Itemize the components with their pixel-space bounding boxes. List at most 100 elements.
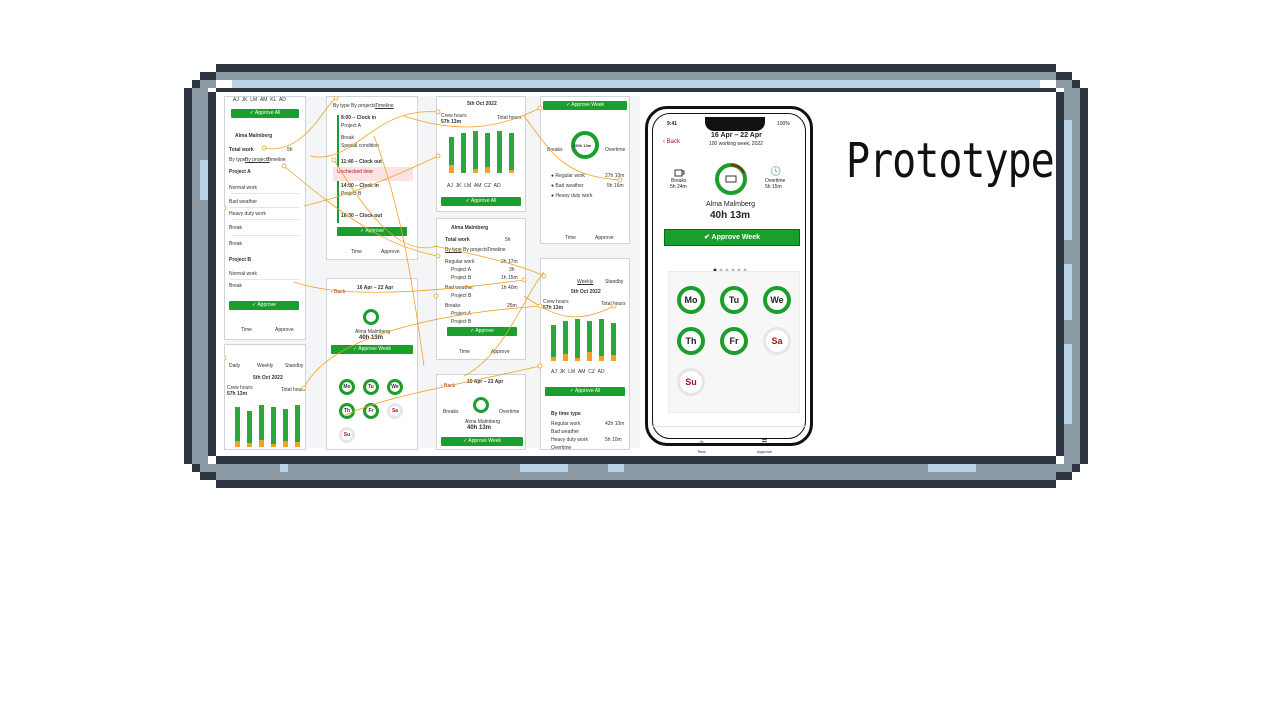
approve-week-button[interactable]: ✔ Approve Week [664,229,800,246]
back-link[interactable]: ‹ Back [441,383,455,389]
tab-approve[interactable]: Approve [595,235,614,241]
tab-weekly[interactable]: Weekly [257,363,273,369]
day-ring-tu[interactable]: Tu [720,286,748,314]
frame-edge [184,88,192,464]
project-label: Project A [341,123,362,129]
tab-standby[interactable]: Standby [605,279,623,285]
bar [295,405,300,447]
filter-by-type[interactable]: By type [333,103,350,109]
legend-regular: ● Regular work [551,173,585,179]
total-hours-toggle[interactable]: Total hours [497,115,521,121]
day-ring[interactable]: Tu [363,379,379,395]
day-ring[interactable]: Sa [387,403,403,419]
tab-standby[interactable]: Standby [285,363,303,369]
crew-initials: AJ JK LM AM CZ AD [551,369,605,375]
filter-timeline[interactable]: Timeline [267,157,286,163]
row-label: Break [229,241,243,247]
overtime-value: 5h 15m [765,184,782,190]
tab-time[interactable]: Time [565,235,576,241]
bar [587,321,592,361]
approve-all-button[interactable]: ✓ Approve All [231,109,299,118]
day-ring[interactable]: We [387,379,403,395]
filter-by-projects[interactable]: By projects [463,247,488,253]
tab-weekly[interactable]: Weekly [577,279,593,285]
clock-icon: 🕓 [770,166,782,176]
crew-hours-value: 57h 13m [441,119,462,125]
day-ring-we[interactable]: We [763,286,791,314]
approve-week-button[interactable]: ✓ Approve Week [543,101,627,110]
tab-time[interactable]: ◷ Time [697,431,706,454]
approve-all-button[interactable]: ✓ Approve All [441,197,521,206]
screen-week-header: ‹ Back 16 Apr – 22 Apr Breaks Overtime A… [436,374,526,450]
frame-highlight [520,464,568,472]
tab-approve[interactable]: Approve [491,349,510,355]
tab-daily[interactable]: Daily [229,363,240,369]
day-ring-fr[interactable]: Fr [720,327,748,355]
label: Approve [257,302,276,308]
day-ring-su[interactable]: Su [677,368,705,396]
label: Approve All [575,388,601,394]
page-title: Prototype [846,134,1055,190]
row-label: Regular work [551,421,581,427]
filter-timeline[interactable]: Timeline [375,103,394,109]
by-time-type-heading: By time type [551,411,581,417]
back-link[interactable]: ‹ Back [331,289,345,295]
tab-approve[interactable]: Approve [275,327,294,333]
filter-by-type[interactable]: By type [445,247,462,253]
breaks-label: Breaks [443,409,459,415]
total-hours: 40h 13m [359,335,384,341]
total-hours-toggle[interactable]: Total hours [601,301,625,307]
row-value: 25m [507,303,517,309]
day-ring-th[interactable]: Th [677,327,705,355]
tab-time[interactable]: Time [459,349,470,355]
breaks-value: 5h 24m [670,184,687,190]
bar [611,323,616,361]
bar [497,131,502,173]
day-ring[interactable]: Th [339,403,355,419]
approve-button[interactable]: ✓ Approve [447,327,517,336]
frame-highlight [1064,264,1072,320]
back-button[interactable]: ‹ Back [663,139,680,145]
filter-by-type[interactable]: By type [229,157,246,163]
bar [551,325,556,361]
total-work-value: 5h [287,147,293,153]
approve-week-button[interactable]: ✓ Approve Week [331,345,413,354]
person-name: Alma Malmberg [706,201,756,208]
approve-button[interactable]: ✓ Approve [337,227,407,236]
tab-time[interactable]: Time [241,327,252,333]
day-ring[interactable]: Su [339,427,355,443]
label: Approve Week [358,346,391,352]
project-label: Project B [341,191,362,197]
bar [235,407,240,447]
total-hours-toggle[interactable]: Total hours [281,387,305,393]
person-name: Alma Malmberg [235,133,273,139]
week-range: 16 Apr – 22 Apr [467,379,504,385]
approve-all-button[interactable]: ✓ Approve All [545,387,625,396]
row-label: Heavy duty work [229,211,266,217]
day-ring-mo[interactable]: Mo [677,286,705,314]
approve-button[interactable]: ✓ Approve [229,301,299,310]
row-label: Break [229,283,243,289]
frame-highlight [232,80,1040,88]
day-ring[interactable]: Fr [363,403,379,419]
day-ring[interactable]: Mo [339,379,355,395]
break-label: Break [341,135,355,141]
frame-band [200,80,216,88]
week-progress-ring [714,162,748,196]
filter-timeline[interactable]: Timeline [487,247,506,253]
bar [473,131,478,173]
frame-edge [192,464,200,472]
week-range: 16 Apr – 22 Apr [357,285,394,291]
tab-approve[interactable]: ☰ Approve [757,431,772,454]
row-label: Bad weather [229,199,258,205]
approve-week-button[interactable]: ✓ Approve Week [441,437,523,446]
legend-bad-weather: ● Bad weather [551,183,584,189]
tab-approve[interactable]: Approve [381,249,400,255]
clock-in-entry: 8:00 – Clock in [341,115,377,121]
chevron-left-icon: ‹ [663,139,665,145]
filter-by-projects[interactable]: By projects [351,103,376,109]
phone-screen: 9:41 100% ‹ Back 16 Apr – 22 Apr 100 wor… [652,113,806,454]
day-ring-sa[interactable]: Sa [763,327,791,355]
frame-rim [1056,92,1064,456]
tab-time[interactable]: Time [351,249,362,255]
